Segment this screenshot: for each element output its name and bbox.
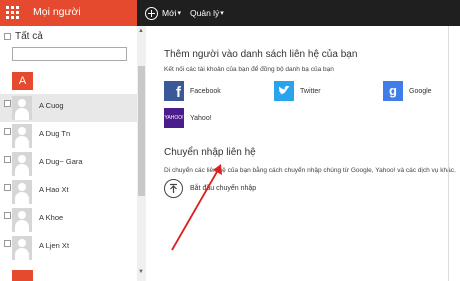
- contact-item[interactable]: A Cuog: [0, 94, 137, 122]
- upload-icon: [164, 179, 183, 198]
- service-label: Google: [409, 87, 432, 95]
- avatar: [12, 96, 32, 120]
- next-letter-tile: [12, 270, 33, 281]
- select-all-label: Tất cả: [15, 31, 43, 42]
- import-description: Di chuyển các liên hệ của bạn bằng cách …: [164, 167, 456, 174]
- chevron-down-icon: ▾: [177, 10, 182, 17]
- scroll-down-icon[interactable]: ▼: [138, 269, 144, 275]
- google-connect[interactable]: g Google: [383, 81, 432, 101]
- google-icon: g: [383, 81, 403, 101]
- right-divider: [448, 26, 449, 281]
- twitter-icon: [274, 81, 294, 101]
- select-all-checkbox[interactable]: [4, 33, 11, 40]
- twitter-connect[interactable]: Twitter: [274, 81, 321, 101]
- add-people-heading: Thêm người vào danh sách liên hệ của bạn: [164, 49, 358, 60]
- contact-name: A Ljen Xt: [39, 241, 70, 250]
- plus-circle-icon: [145, 6, 158, 20]
- select-all[interactable]: Tất cả: [4, 31, 43, 42]
- sidebar-scrollbar[interactable]: ▲ ▼: [137, 26, 146, 281]
- contact-checkbox[interactable]: [4, 240, 11, 247]
- avatar: [12, 152, 32, 176]
- add-people-subtitle: Kết nối các tài khoản của bạn để đồng bộ…: [164, 66, 334, 73]
- new-label: Mới: [162, 8, 177, 18]
- contact-checkbox[interactable]: [4, 212, 11, 219]
- contact-item[interactable]: A Dug~ Gara: [0, 150, 137, 178]
- contact-name: A Khoe: [39, 213, 64, 222]
- contact-name: A Cuog: [39, 101, 64, 110]
- contact-name: A Dug Tn: [39, 129, 71, 138]
- contact-name: A Dug~ Gara: [39, 157, 83, 166]
- contact-item[interactable]: A Dug Tn: [0, 122, 137, 150]
- main-panel: Thêm người vào danh sách liên hệ của bạn…: [146, 26, 460, 281]
- top-bar: Mọi người Mới ▾ Quản lý ▾: [0, 0, 460, 26]
- avatar: [12, 236, 32, 260]
- letter-header[interactable]: A: [12, 72, 33, 90]
- scroll-thumb[interactable]: [138, 66, 145, 196]
- yahoo-icon: YAHOO!: [164, 108, 184, 128]
- contact-item[interactable]: A Khoe: [0, 206, 137, 234]
- scroll-up-icon[interactable]: ▲: [138, 28, 144, 34]
- contact-item[interactable]: A Hao Xt: [0, 178, 137, 206]
- import-heading: Chuyển nhập liên hệ: [164, 147, 256, 158]
- contacts-sidebar: Tất cả A A Cuog A Dug Tn A Dug~ Gara A H…: [0, 26, 137, 281]
- manage-menu-button[interactable]: Quản lý ▾: [190, 4, 224, 22]
- service-label: Yahoo!: [190, 114, 212, 122]
- search-input[interactable]: [12, 47, 127, 61]
- app-launcher-icon[interactable]: [6, 6, 19, 19]
- new-contact-button[interactable]: Mới ▾: [145, 4, 181, 22]
- app-title[interactable]: Mọi người: [33, 6, 81, 18]
- yahoo-connect[interactable]: YAHOO! Yahoo!: [164, 108, 212, 128]
- contact-checkbox[interactable]: [4, 156, 11, 163]
- avatar: [12, 180, 32, 204]
- contact-checkbox[interactable]: [4, 184, 11, 191]
- contact-checkbox[interactable]: [4, 128, 11, 135]
- start-import-label: Bắt đầu chuyển nhập: [190, 185, 257, 192]
- contact-name: A Hao Xt: [39, 185, 69, 194]
- manage-label: Quản lý: [190, 8, 220, 18]
- app-brand-tile: Mọi người: [0, 0, 137, 26]
- avatar: [12, 124, 32, 148]
- service-label: Twitter: [300, 87, 321, 95]
- avatar: [12, 208, 32, 232]
- facebook-connect[interactable]: f Facebook: [164, 81, 221, 101]
- facebook-icon: f: [164, 81, 184, 101]
- chevron-down-icon: ▾: [220, 10, 224, 17]
- service-label: Facebook: [190, 87, 221, 95]
- start-import-button[interactable]: Bắt đầu chuyển nhập: [164, 179, 256, 198]
- contact-item[interactable]: A Ljen Xt: [0, 234, 137, 262]
- contact-checkbox[interactable]: [4, 100, 11, 107]
